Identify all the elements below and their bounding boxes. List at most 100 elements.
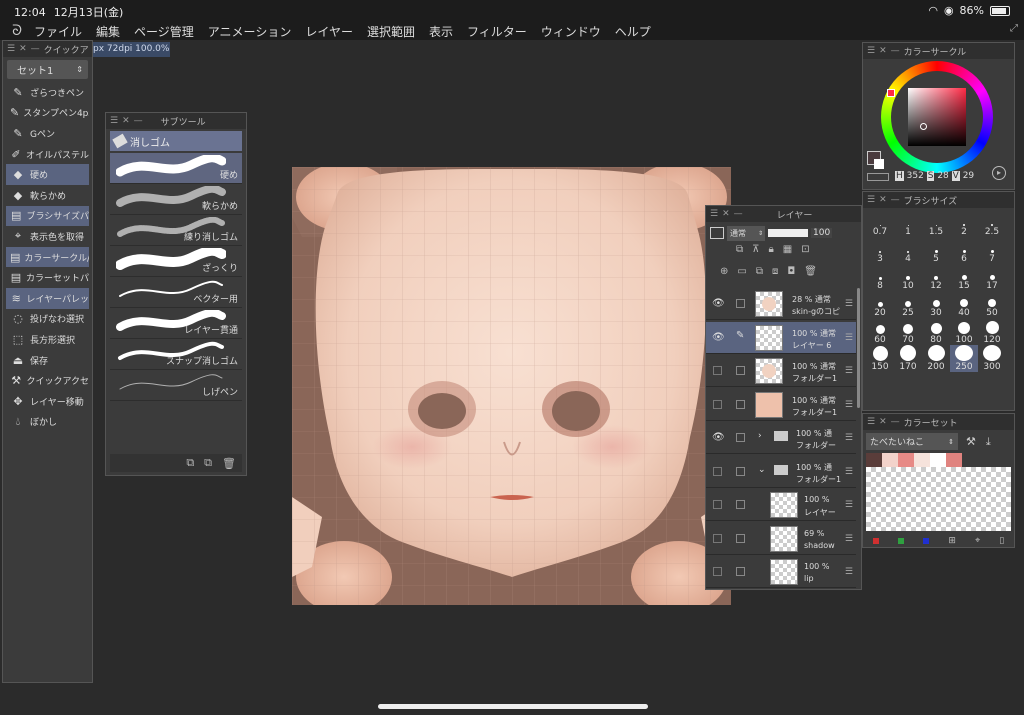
visibility-box[interactable] [713,366,722,375]
close-icon[interactable]: ✕ [122,116,130,126]
layer-menu-icon[interactable]: ☰ [845,333,853,343]
brush-size-option[interactable]: 20 [866,291,894,318]
minimize-icon[interactable]: — [891,417,900,427]
layer-checkbox[interactable] [736,299,745,308]
eye-icon[interactable]: 👁︎ [712,332,725,344]
trash-icon[interactable]: ▯ [999,536,1004,546]
visibility-box[interactable] [713,567,722,576]
eye-icon[interactable]: 👁︎ [712,298,725,310]
brush-size-option[interactable]: 7 [978,237,1006,264]
menu-window[interactable]: ウィンドウ [541,23,601,40]
subtool-item[interactable]: レイヤー貫通 [110,308,242,339]
chevron-down-icon[interactable]: ⌄ [758,465,766,475]
merge-layer-icon[interactable]: ⧈ [772,266,778,277]
brush-size-option[interactable]: 8 [866,264,894,291]
brush-size-option[interactable]: 5 [922,237,950,264]
brush-size-option[interactable]: 3 [866,237,894,264]
layer-row[interactable]: 👁︎ ✎ 100 % 通常 レイヤー 6 ☰ [706,321,856,354]
layer-checkbox[interactable] [736,500,745,509]
layer-checkbox[interactable] [736,466,745,476]
quick-item[interactable]: ≋ レイヤーパレッ [6,287,89,309]
brush-size-option[interactable]: 200 [922,345,950,372]
new-layer-icon[interactable]: ⊕ [720,266,728,277]
color-swatch[interactable] [946,453,962,467]
lock-icon[interactable]: 🔒︎ [768,244,773,255]
transparent-color-swatch[interactable] [867,173,889,181]
trash-icon[interactable]: 🗑 [222,457,236,470]
subtool-item[interactable]: ざっくり [110,246,242,277]
duplicate-layer-icon[interactable]: ⧉ [756,266,763,277]
layer-menu-icon[interactable]: ☰ [845,500,853,510]
brush-size-option[interactable]: 1 [894,210,922,237]
layer-row[interactable]: 100 % lip ☰ [706,556,856,588]
brush-size-option[interactable]: 170 [894,345,922,372]
layer-row[interactable]: 100 % レイヤー ☰ [706,489,856,521]
import-icon[interactable]: ⤓ [986,435,991,449]
eye-icon[interactable]: 👁︎ [712,432,725,444]
layer-checkbox[interactable] [736,399,745,409]
brush-size-option[interactable]: 17 [978,264,1006,291]
delete-layer-icon[interactable]: 🗑 [804,266,817,277]
blend-mode-select[interactable]: 通常 ⇕ [727,225,765,241]
minimize-icon[interactable]: — [891,195,900,205]
layer-menu-icon[interactable]: ☰ [845,366,853,376]
brush-size-option[interactable]: 1.5 [922,210,950,237]
layer-scrollbar[interactable] [857,288,860,408]
color-picker-cursor[interactable] [920,123,927,130]
subtool-item[interactable]: 軟らかめ [110,184,242,215]
menu-edit[interactable]: 編集 [96,23,120,40]
brush-size-option[interactable]: 30 [922,291,950,318]
menu-view[interactable]: 表示 [429,23,453,40]
quick-item[interactable]: ✥ レイヤー移動 [6,391,89,412]
quick-item[interactable]: ✎ ざらつきペン [6,82,89,103]
chevron-right-icon[interactable]: › [758,431,762,441]
layer-checkbox[interactable] [736,533,745,543]
brush-size-option[interactable]: 4 [894,237,922,264]
layer-menu-icon[interactable]: ☰ [845,567,853,577]
brush-size-option[interactable]: 15 [950,264,978,291]
color-swatch[interactable] [898,453,914,467]
quick-item[interactable]: ⏏ 保存 [6,350,89,371]
brush-size-option[interactable]: 2 [950,210,978,237]
layer-mask-icon[interactable]: ◘ [787,266,795,277]
clip-icon[interactable]: ⧉ [736,244,743,255]
layer-folder-row[interactable]: 👁︎ › 100 % 通フォルダー ☰ [706,422,856,454]
subtool-item[interactable]: 練り消しゴム [110,215,242,246]
hue-cursor[interactable] [887,89,895,97]
panel-titlebar[interactable]: ☰ ✕ — クイックア [3,41,92,57]
color-swatch[interactable] [914,453,930,467]
color-set-selector[interactable]: たべたいねこ ⇕ [866,433,958,450]
quick-item[interactable]: ✎ スタンプペン4px [6,103,89,124]
opacity-slider[interactable] [768,229,808,237]
quick-item[interactable]: ◌ 投げなわ選択 [6,309,89,330]
quick-item[interactable]: ⚒ クイックアクセ [6,370,89,391]
duplicate-icon[interactable]: ⧉ [204,456,212,470]
pen-icon[interactable]: ✎ [736,330,745,341]
layer-menu-icon[interactable]: ☰ [845,299,853,309]
quick-item[interactable]: ⌖ 表示色を取得 [6,226,89,247]
grip-icon[interactable]: ☰ [867,195,875,205]
expand-icon[interactable]: ⤢ [1010,23,1018,34]
quick-item[interactable]: ◆ 軟らかめ [6,185,89,206]
drawing-canvas[interactable] [292,167,731,605]
minimize-icon[interactable]: — [891,46,900,56]
layer-color-icon[interactable] [710,227,724,239]
subtool-item[interactable]: ベクター用 [110,277,242,308]
brush-size-option[interactable]: 120 [978,318,1006,345]
reference-icon[interactable]: ⊼ [752,244,759,255]
menu-animation[interactable]: アニメーション [208,23,292,40]
brush-size-option[interactable]: 25 [894,291,922,318]
panel-titlebar[interactable]: ☰ ✕ — レイヤー [706,206,861,222]
brush-size-option[interactable]: 2.5 [978,210,1006,237]
brush-size-option[interactable]: 6 [950,237,978,264]
add-color-icon[interactable]: ⊞ [948,536,956,546]
panel-titlebar[interactable]: ☰ ✕ — カラーサークル [863,43,1014,59]
close-icon[interactable]: ✕ [879,46,887,56]
visibility-box[interactable] [713,500,722,509]
grip-icon[interactable]: ☰ [867,417,875,427]
subtool-item[interactable]: しげペン [110,370,242,401]
subtool-item[interactable]: 硬め [110,153,242,184]
app-logo-icon[interactable]: ᘐ [0,23,34,39]
saturation-value-square[interactable] [908,88,966,146]
new-folder-icon[interactable]: ▭ [737,266,746,277]
